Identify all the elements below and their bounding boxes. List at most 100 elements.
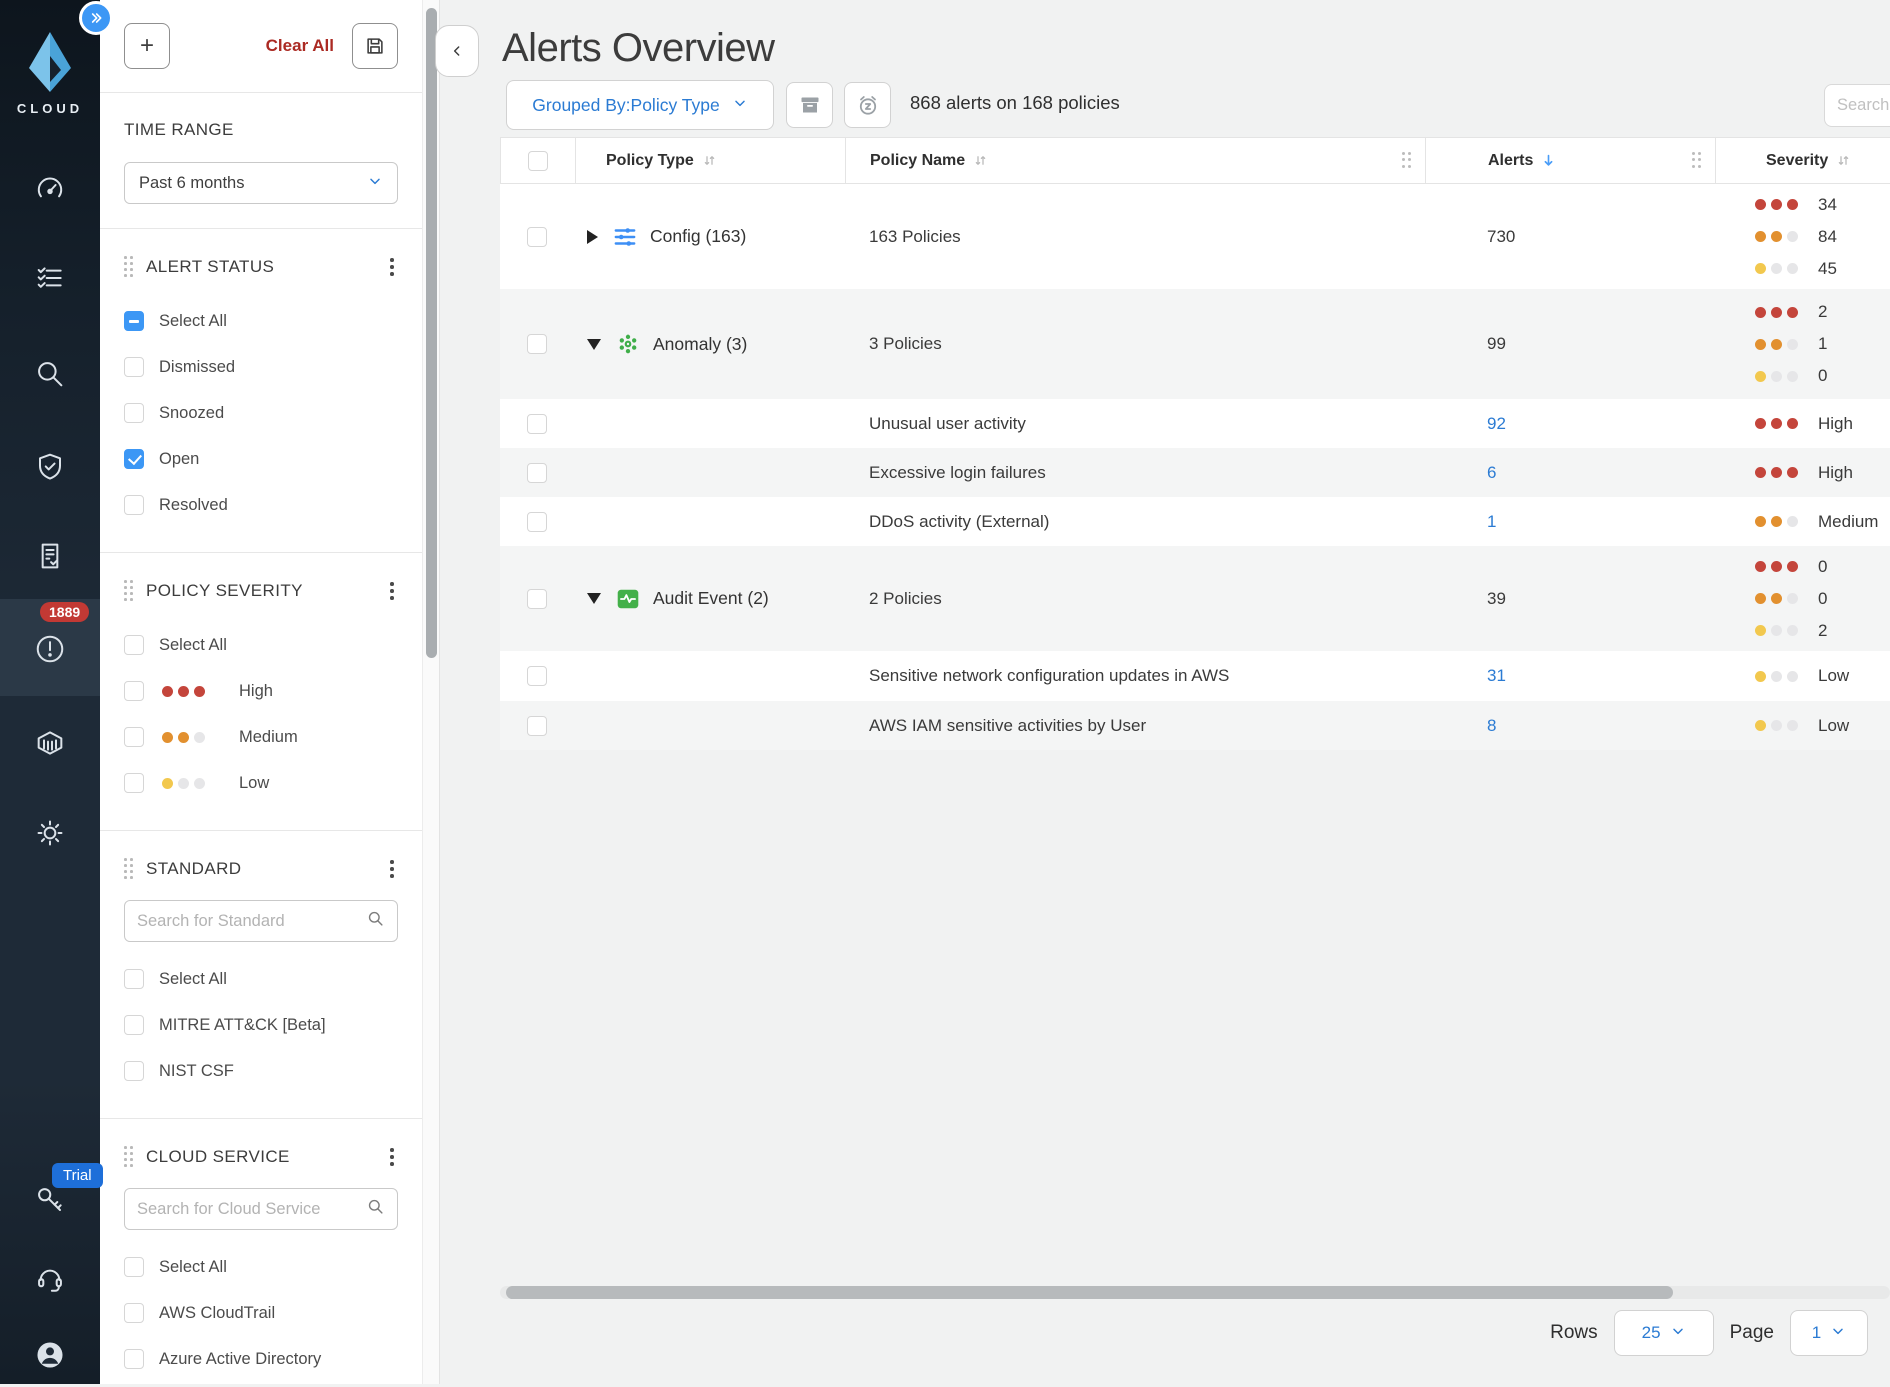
sidebar-item-investigate[interactable] [0, 342, 100, 406]
filter-option[interactable]: Dismissed [124, 344, 398, 390]
checkbox[interactable] [124, 773, 144, 793]
filter-option-high[interactable]: High [124, 668, 398, 714]
checkbox[interactable] [124, 1061, 144, 1081]
checkbox[interactable] [124, 1015, 144, 1035]
filter-option[interactable]: NIST CSF [124, 1048, 398, 1094]
grouped-by-dropdown[interactable]: Grouped By:Policy Type [506, 80, 774, 130]
row-checkbox[interactable] [527, 666, 547, 686]
cloud-service-search-input[interactable] [137, 1200, 366, 1219]
row-checkbox[interactable] [527, 512, 547, 532]
column-drag-handle-icon[interactable] [1402, 152, 1414, 170]
table-search-input[interactable] [1837, 96, 1890, 115]
save-filter-button[interactable] [352, 23, 398, 69]
checkbox[interactable] [124, 1257, 144, 1277]
checkbox[interactable] [124, 727, 144, 747]
horizontal-scrollbar[interactable] [500, 1286, 1890, 1299]
collapse-row-icon[interactable] [587, 593, 601, 604]
table-row-policy[interactable]: Sensitive network configuration updates … [500, 651, 1890, 701]
table-row-group-audit-event[interactable]: Audit Event (2) 2 Policies 39 0 0 2 [500, 546, 1890, 651]
row-checkbox[interactable] [527, 463, 547, 483]
filter-option-low[interactable]: Low [124, 760, 398, 806]
checkbox[interactable] [124, 1349, 144, 1369]
row-checkbox[interactable] [527, 589, 547, 609]
filter-option[interactable]: Open [124, 436, 398, 482]
filter-option[interactable]: Resolved [124, 482, 398, 528]
collapse-row-icon[interactable] [587, 339, 601, 350]
filter-option[interactable]: AWS CloudTrail [124, 1290, 398, 1336]
alerts-count-link[interactable]: 8 [1487, 716, 1496, 735]
filter-option[interactable]: Select All [124, 622, 398, 668]
archive-alerts-button[interactable] [786, 82, 833, 128]
checkbox[interactable] [124, 969, 144, 989]
alerts-count-link[interactable]: 92 [1487, 414, 1506, 433]
standard-search-input[interactable] [137, 912, 366, 931]
alerts-count-link[interactable]: 6 [1487, 463, 1496, 482]
scrollbar-thumb[interactable] [426, 8, 437, 658]
table-row-policy[interactable]: Unusual user activity 92 High [500, 399, 1890, 448]
snooze-alerts-button[interactable] [844, 82, 891, 128]
column-drag-handle-icon[interactable] [1692, 152, 1704, 170]
sort-icon[interactable] [973, 153, 988, 168]
rows-per-page-select[interactable]: 25 [1614, 1310, 1714, 1356]
row-checkbox[interactable] [527, 414, 547, 434]
sidebar-item-dashboard[interactable] [0, 157, 100, 221]
drag-handle-icon[interactable] [124, 580, 134, 602]
filter-option[interactable]: MITRE ATT&CK [Beta] [124, 1002, 398, 1048]
filter-option[interactable]: Select All [124, 956, 398, 1002]
checkbox[interactable] [124, 495, 144, 515]
page-select[interactable]: 1 [1790, 1310, 1868, 1356]
checkbox[interactable] [124, 403, 144, 423]
sidebar-item-profile[interactable] [0, 1323, 100, 1387]
drag-handle-icon[interactable] [124, 1146, 134, 1168]
panel-scrollbar[interactable] [422, 0, 440, 1384]
sidebar-item-inventory[interactable] [0, 246, 100, 310]
sidebar-item-compliance[interactable] [0, 435, 100, 499]
row-checkbox[interactable] [527, 227, 547, 247]
section-menu-icon[interactable] [386, 1146, 398, 1168]
add-filter-button[interactable]: + [124, 23, 170, 69]
sort-descending-icon[interactable] [1541, 153, 1556, 168]
filter-option[interactable]: Select All [124, 298, 398, 344]
section-menu-icon[interactable] [386, 580, 398, 602]
checkbox-checked[interactable] [124, 449, 144, 469]
drag-handle-icon[interactable] [124, 256, 134, 278]
checkbox[interactable] [124, 681, 144, 701]
time-range-select[interactable]: Past 6 months [124, 162, 398, 204]
section-menu-icon[interactable] [386, 858, 398, 880]
scrollbar-thumb[interactable] [506, 1286, 1673, 1299]
table-row-policy[interactable]: DDoS activity (External) 1 Medium [500, 497, 1890, 546]
collapse-panel-button[interactable] [435, 25, 479, 77]
section-menu-icon[interactable] [386, 256, 398, 278]
clear-all-button[interactable]: Clear All [266, 36, 334, 56]
sidebar-item-support[interactable] [0, 1246, 100, 1310]
sidebar-item-compute[interactable] [0, 711, 100, 775]
row-checkbox[interactable] [527, 334, 547, 354]
sort-icon[interactable] [702, 153, 717, 168]
alerts-count-link[interactable]: 1 [1487, 512, 1496, 531]
table-row-policy[interactable]: Excessive login failures 6 High [500, 448, 1890, 497]
table-row-group-anomaly[interactable]: Anomaly (3) 3 Policies 99 2 1 0 [500, 289, 1890, 399]
sidebar-item-settings[interactable] [0, 801, 100, 865]
filter-option[interactable]: Select All [124, 1244, 398, 1290]
filter-option[interactable]: Snoozed [124, 390, 398, 436]
select-all-rows-checkbox[interactable] [528, 151, 548, 171]
checkbox[interactable] [124, 357, 144, 377]
sidebar-item-alerts[interactable] [0, 617, 100, 681]
table-row-group-config[interactable]: Config (163) 163 Policies 730 34 84 45 [500, 184, 1890, 289]
sidebar-item-policies[interactable] [0, 524, 100, 588]
filter-option-medium[interactable]: Medium [124, 714, 398, 760]
expand-row-icon[interactable] [587, 230, 598, 244]
checkbox[interactable] [124, 1303, 144, 1323]
sidebar-expand-button[interactable] [79, 1, 113, 35]
checkbox-indeterminate[interactable] [124, 311, 144, 331]
sort-icon[interactable] [1836, 153, 1851, 168]
column-severity[interactable]: Severity [1716, 138, 1890, 183]
alerts-count-link[interactable]: 31 [1487, 666, 1506, 685]
table-row-policy[interactable]: AWS IAM sensitive activities by User 8 L… [500, 701, 1890, 750]
checkbox[interactable] [124, 635, 144, 655]
column-policy-type[interactable]: Policy Type [576, 138, 846, 183]
filter-option[interactable]: Azure Active Directory [124, 1336, 398, 1382]
drag-handle-icon[interactable] [124, 858, 134, 880]
row-checkbox[interactable] [527, 716, 547, 736]
column-policy-name[interactable]: Policy Name [846, 138, 1426, 183]
